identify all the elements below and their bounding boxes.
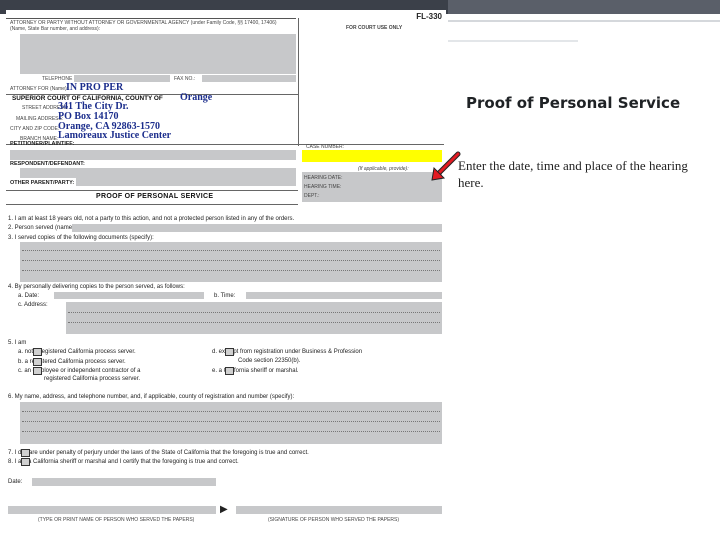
checkbox-5b[interactable]	[33, 358, 42, 366]
item-1: 1. I am at least 18 years old, not a par…	[8, 216, 295, 222]
item-4c: c. Address:	[18, 302, 48, 308]
item-5d: d. exempt from registration under Busine…	[212, 349, 363, 355]
dept-label: DEPT.:	[304, 193, 320, 199]
caption-divider	[298, 18, 299, 146]
service-time-field[interactable]	[246, 292, 442, 299]
respondent-label: RESPONDENT/DEFENDANT:	[10, 161, 85, 167]
form-title: PROOF OF PERSONAL SERVICE	[96, 193, 214, 200]
service-address-field[interactable]	[66, 302, 442, 334]
item-4: 4. By personally delivering copies to th…	[8, 284, 185, 290]
hearing-time-label: HEARING TIME:	[304, 184, 342, 190]
fax-label: FAX NO.:	[174, 76, 196, 82]
attorney-name-field[interactable]	[20, 34, 296, 74]
checkbox-5a[interactable]	[33, 348, 42, 356]
documents-line-1	[22, 250, 440, 251]
item-8: 8. I am a California sheriff or marshal …	[8, 459, 239, 465]
fax-field[interactable]	[202, 75, 296, 82]
slide-top-accent	[448, 0, 720, 14]
item-2: 2. Person served (name):	[8, 225, 76, 231]
other-parent-field[interactable]	[76, 178, 296, 186]
server-line-1	[22, 411, 440, 412]
item-6: 6. My name, address, and telephone numbe…	[8, 394, 295, 400]
title-divider-bottom	[6, 204, 298, 205]
sig-left-caption: (TYPE OR PRINT NAME OF PERSON WHO SERVED…	[38, 517, 195, 523]
server-line-3	[22, 431, 440, 432]
item-4b: b. Time:	[214, 293, 236, 299]
other-parent-label: OTHER PARENT/PARTY:	[10, 180, 75, 186]
person-served-field[interactable]	[72, 224, 442, 232]
address-line-1	[68, 312, 440, 313]
slide-divider	[448, 20, 720, 22]
checkbox-7[interactable]	[21, 449, 30, 457]
item-7: 7. I declare under penalty of perjury un…	[8, 450, 309, 456]
checkbox-5c[interactable]	[33, 367, 42, 375]
form-code: FL-330	[416, 12, 442, 21]
instruction-note: Enter the date, time and place of the he…	[458, 158, 688, 190]
item-5d-cont: Code section 22350(b).	[238, 358, 301, 364]
item-3: 3. I served copies of the following docu…	[8, 235, 154, 241]
server-info-field[interactable]	[20, 402, 442, 444]
petitioner-label: PETITIONER/PLAINTIFF:	[10, 141, 75, 147]
petitioner-field[interactable]	[10, 150, 296, 160]
checkbox-5d[interactable]	[225, 348, 234, 356]
title-divider-top	[6, 190, 298, 191]
attorney-for-label: ATTORNEY FOR (Name):	[10, 86, 69, 92]
court-form-image: FL-330 ATTORNEY OR PARTY WITHOUT ATTORNE…	[6, 10, 446, 523]
sig-right-caption: (SIGNATURE OF PERSON WHO SERVED THE PAPE…	[268, 517, 400, 523]
case-number-field[interactable]	[302, 150, 442, 162]
documents-served-field[interactable]	[20, 242, 442, 282]
county-value: Orange	[180, 92, 213, 103]
address-line-2	[68, 322, 440, 323]
court-use-only: FOR COURT USE ONLY	[346, 25, 403, 31]
server-line-2	[22, 421, 440, 422]
documents-line-2	[22, 260, 440, 261]
signature-field[interactable]	[236, 506, 442, 514]
signature-arrow-icon: ▶	[220, 504, 228, 515]
item-5: 5. I am	[8, 340, 27, 346]
date-label: Date:	[8, 479, 23, 485]
checkbox-5e[interactable]	[225, 367, 234, 375]
attorney-subheader: (Name, State Bar number, and address):	[10, 26, 101, 32]
service-date-field[interactable]	[54, 292, 204, 299]
server-name-field[interactable]	[8, 506, 216, 514]
slide-title: Proof of Personal Service	[466, 94, 681, 112]
city-label: CITY AND ZIP CODE:	[10, 126, 60, 132]
item-5c-cont: registered California process server.	[44, 376, 141, 382]
telephone-field[interactable]	[74, 75, 170, 82]
item-4a: a. Date:	[18, 293, 40, 299]
checkbox-8[interactable]	[21, 458, 30, 466]
branch-value: Lamoreaux Justice Center	[58, 130, 172, 141]
mailing-label: MAILING ADDRESS:	[16, 116, 64, 122]
declaration-date-field[interactable]	[32, 478, 216, 486]
documents-line-3	[22, 270, 440, 271]
slide-divider-short	[448, 40, 578, 42]
hearing-date-label: HEARING DATE:	[304, 175, 343, 181]
respondent-field[interactable]	[20, 168, 296, 178]
attorney-for-value: IN PRO PER	[66, 82, 124, 93]
